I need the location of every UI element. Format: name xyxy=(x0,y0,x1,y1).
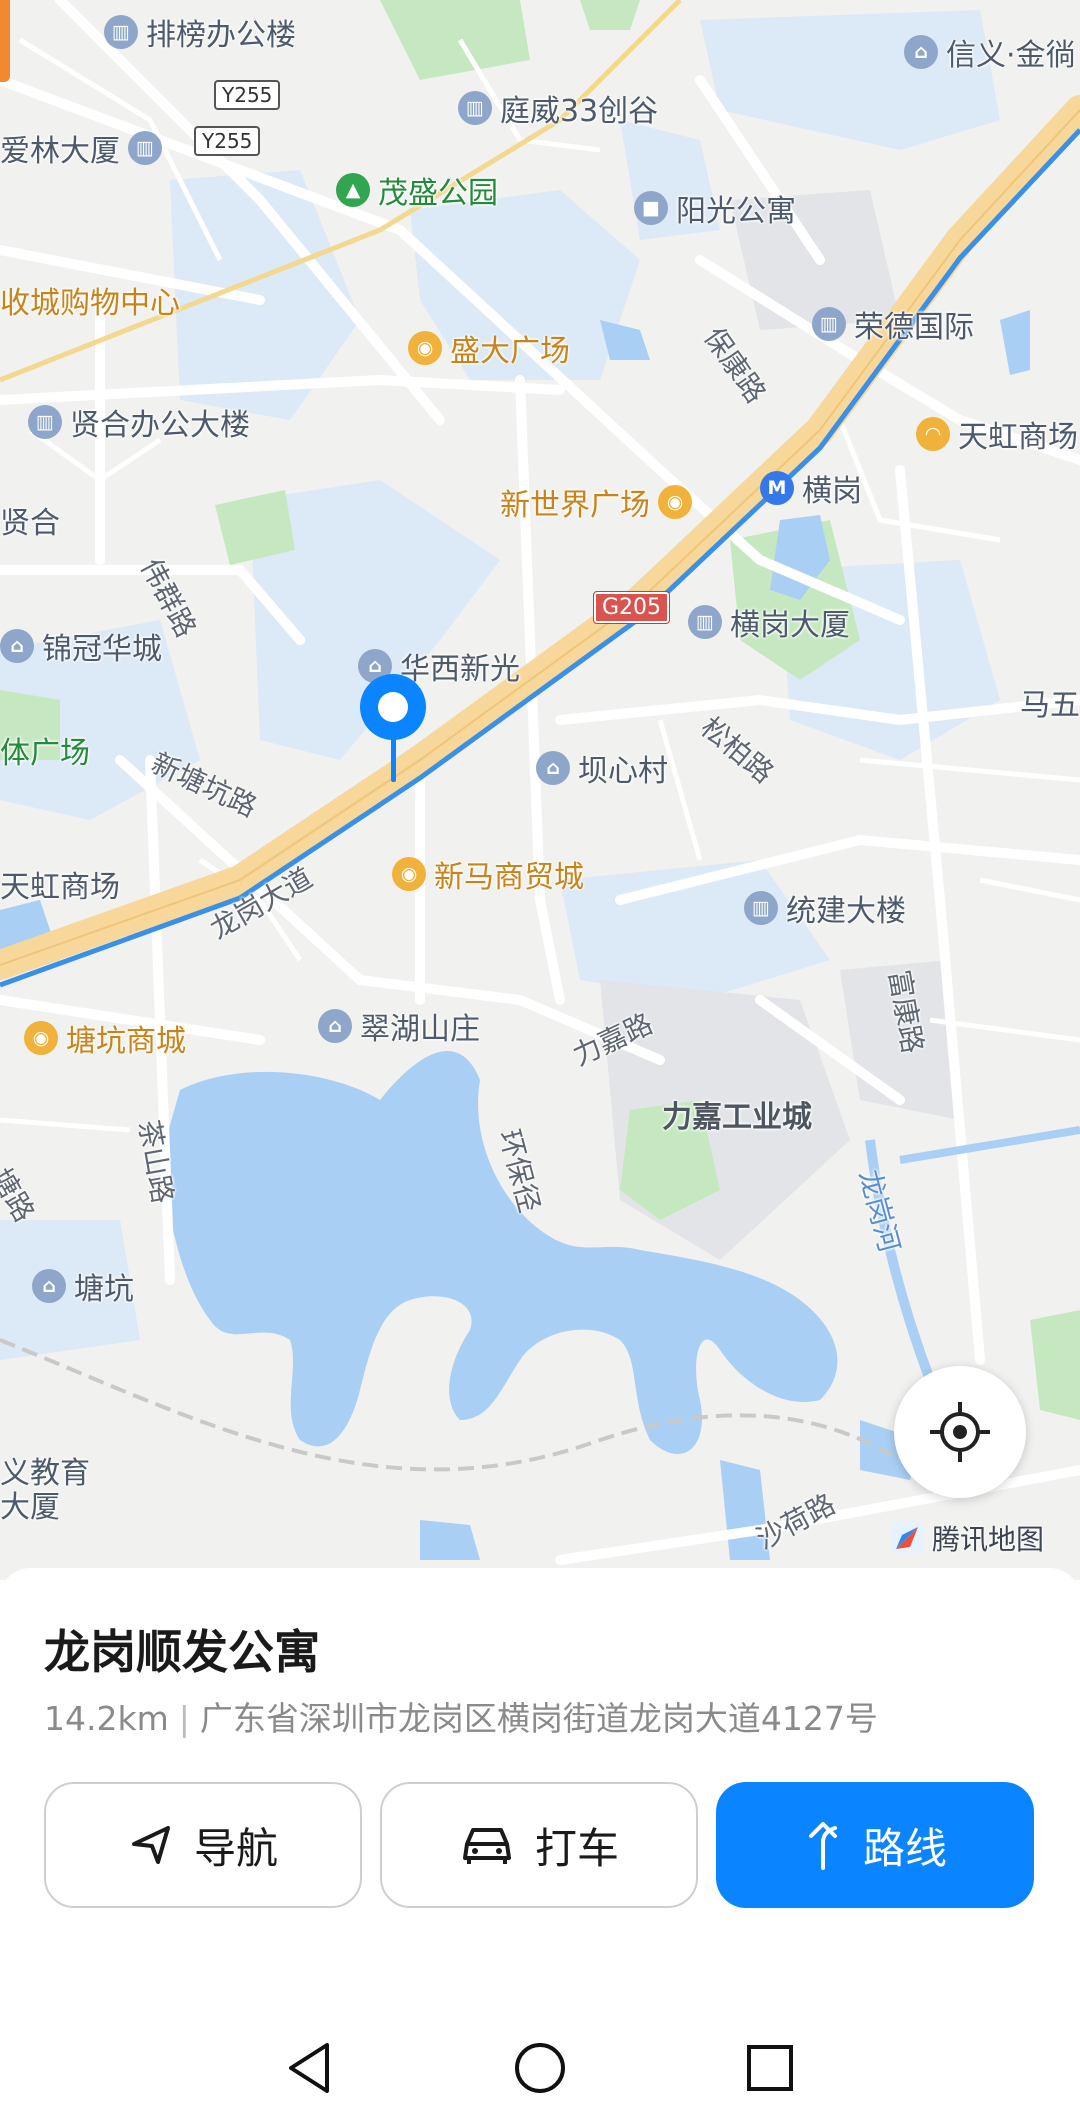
residential-icon: ⌂ xyxy=(536,751,570,785)
route-button[interactable]: 路线 xyxy=(716,1782,1034,1908)
poi-baxin[interactable]: ⌂ 坝心村 xyxy=(536,746,668,790)
place-subtitle: 14.2km | 广东省深圳市龙岗区横岗街道龙岗大道4127号 xyxy=(44,1692,878,1740)
navigate-arrow-icon xyxy=(131,1826,170,1864)
office-icon: ▥ xyxy=(458,91,492,125)
poi-tingwei[interactable]: ▥ 庭威33创谷 xyxy=(458,86,658,130)
place-address: 广东省深圳市龙岗区横岗街道龙岗大道4127号 xyxy=(199,1699,878,1738)
road-shield-y255: Y255 xyxy=(214,80,281,110)
home-button[interactable] xyxy=(510,2038,570,2098)
residential-icon: ⌂ xyxy=(32,1269,66,1303)
map-canvas xyxy=(0,0,1080,1565)
route-label: 路线 xyxy=(862,1823,947,1873)
poi-sports-plaza[interactable]: 体广场 xyxy=(0,728,90,772)
place-title: 龙岗顺发公寓 xyxy=(44,1625,320,1679)
road-shield-y255: Y255 xyxy=(194,126,261,156)
poi-cuihu[interactable]: ⌂ 翠湖山庄 xyxy=(318,1004,480,1048)
shopping-icon: ◉ xyxy=(392,857,426,891)
poi-education-building[interactable]: 大厦 xyxy=(0,1482,60,1526)
taxi-label: 打车 xyxy=(534,1823,619,1873)
recents-button[interactable] xyxy=(740,2038,800,2098)
navigate-button[interactable]: 导航 xyxy=(44,1782,362,1908)
poi-xinyi[interactable]: ⌂ 信义·金徜 xyxy=(904,30,1076,74)
separator: | xyxy=(178,1699,190,1738)
poi-lijia-industrial[interactable]: 力嘉工业城 xyxy=(662,1092,812,1136)
poi-mawu[interactable]: 马五 xyxy=(1020,680,1080,724)
poi-new-world[interactable]: 新世界广场 ◉ xyxy=(500,480,692,524)
poi-tangkeng[interactable]: ⌂ 塘坑 xyxy=(32,1264,134,1308)
back-icon xyxy=(289,2043,329,2093)
poi-paibang-office[interactable]: ▥ 排榜办公楼 xyxy=(104,10,296,54)
metro-icon: M xyxy=(760,471,794,505)
poi-tianhong[interactable]: ◠ 天虹商场 xyxy=(916,412,1078,456)
back-button[interactable] xyxy=(280,2038,340,2098)
office-icon: ▥ xyxy=(128,131,162,165)
office-icon: ▥ xyxy=(812,307,846,341)
map-edge-marker xyxy=(0,0,10,82)
shopping-icon: ◉ xyxy=(658,485,692,519)
car-icon xyxy=(462,1828,511,1864)
place-distance: 14.2km xyxy=(44,1699,169,1738)
recents-icon xyxy=(747,2045,793,2091)
poi-henggang-building[interactable]: ▥ 横岗大厦 xyxy=(688,600,850,644)
poi-tangkeng-mall[interactable]: ◉ 塘坑商城 xyxy=(24,1016,186,1060)
shopping-icon: ◉ xyxy=(408,331,442,365)
poi-maosheng-park[interactable]: ▲ 茂盛公园 xyxy=(336,168,498,212)
poi-ailin[interactable]: 爱林大厦 ▥ xyxy=(0,126,162,170)
navigate-label: 导航 xyxy=(193,1823,278,1873)
map-watermark: 腾讯地图 xyxy=(890,1518,1044,1558)
route-turn-icon xyxy=(808,1822,837,1870)
place-detail-sheet: 龙岗顺发公寓 14.2km | 广东省深圳市龙岗区横岗街道龙岗大道4127号 导航 … xyxy=(0,1568,1080,2018)
poi-shengda[interactable]: ◉ 盛大广场 xyxy=(408,326,570,370)
residential-icon: ⌂ xyxy=(0,629,34,663)
poi-xianhe[interactable]: 贤合 xyxy=(0,498,60,542)
map-view[interactable]: Y255 Y255 G205 ▥ 排榜办公楼 ▥ 庭威33创谷 爱林大厦 ▥ ▲ 茂盛公… xyxy=(0,0,1080,1580)
locate-button[interactable] xyxy=(894,1366,1026,1498)
poi-rongde[interactable]: ▥ 荣德国际 xyxy=(812,302,974,346)
poi-tongjian[interactable]: ▥ 统建大楼 xyxy=(744,886,906,930)
residential-icon: ⌂ xyxy=(904,35,938,69)
locate-icon xyxy=(930,1402,990,1462)
location-pin-icon xyxy=(360,674,426,782)
office-icon: ▥ xyxy=(688,605,722,639)
poi-shopping-center[interactable]: 收城购物中心 xyxy=(0,278,180,322)
poi-xinma[interactable]: ◉ 新马商贸城 xyxy=(392,852,584,896)
office-icon: ▥ xyxy=(104,15,138,49)
residential-icon: ⌂ xyxy=(318,1009,352,1043)
poi-jinguan[interactable]: ⌂ 锦冠华城 xyxy=(0,624,162,668)
park-icon: ▲ xyxy=(336,173,370,207)
office-icon: ▥ xyxy=(744,891,778,925)
taxi-button[interactable]: 打车 xyxy=(380,1782,698,1908)
poi-yangguang[interactable]: ■ 阳光公寓 xyxy=(634,186,796,230)
mall-icon: ◠ xyxy=(916,417,950,451)
poi-tianhong-2[interactable]: 天虹商场 xyxy=(0,862,120,906)
system-navigation-bar xyxy=(0,2018,1080,2123)
tencent-map-logo-icon xyxy=(891,1522,923,1554)
shopping-icon: ◉ xyxy=(24,1021,58,1055)
home-icon xyxy=(515,2043,565,2093)
poi-xianhe-office[interactable]: ▥ 贤合办公大楼 xyxy=(28,400,250,444)
poi-henggang-metro[interactable]: M 横岗 xyxy=(760,466,862,510)
hotel-icon: ■ xyxy=(634,191,668,225)
office-icon: ▥ xyxy=(28,405,62,439)
road-shield-g205: G205 xyxy=(592,591,671,624)
